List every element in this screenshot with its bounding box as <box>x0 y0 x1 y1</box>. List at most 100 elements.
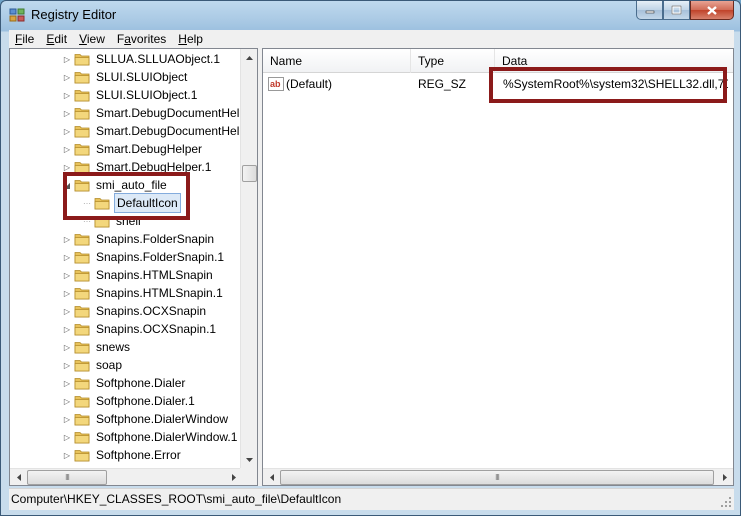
tree-item[interactable]: ▷ Smart.DebugHelper <box>62 140 204 158</box>
maximize-icon <box>671 5 682 15</box>
tree-item[interactable]: ▷ Snapins.HTMLSnapin.1 <box>62 284 225 302</box>
expand-arrow-icon[interactable]: ▷ <box>62 104 72 122</box>
expand-arrow-icon[interactable]: ▷ <box>62 230 72 248</box>
tree-item-label: Smart.DebugHelper.1 <box>96 160 212 174</box>
folder-icon <box>74 378 90 390</box>
expand-arrow-icon[interactable]: ▷ <box>62 266 72 284</box>
value-row[interactable]: ab (Default) REG_SZ %SystemRoot%\system3… <box>263 75 733 93</box>
tree-item-label: Softphone.DialerWindow <box>96 412 229 426</box>
value-name: (Default) <box>286 77 333 91</box>
expand-arrow-icon[interactable]: ▷ <box>62 356 72 374</box>
expand-arrow-icon[interactable]: ▷ <box>62 158 72 176</box>
tree-item[interactable]: ◢ smi_auto_file <box>62 176 169 194</box>
menu-favorites[interactable]: Favorites <box>111 32 172 46</box>
folder-icon <box>74 108 90 120</box>
folder-icon <box>74 162 90 174</box>
expand-arrow-icon[interactable]: ▷ <box>62 410 72 428</box>
menu-view[interactable]: View <box>73 32 111 46</box>
key-tree-pane[interactable]: ▷ SLLUA.SLLUAObject.1 ▷ SLUI.SLUIObject ▷ … <box>9 48 258 486</box>
scroll-up-button[interactable] <box>241 49 257 66</box>
maximize-button[interactable] <box>663 1 690 20</box>
values-scroll-right-button[interactable] <box>716 469 733 485</box>
scroll-down-button[interactable] <box>241 451 257 468</box>
tree-item[interactable]: ▷ Smart.DebugDocumentHelp <box>62 104 242 122</box>
client-area: ▷ SLLUA.SLLUAObject.1 ▷ SLUI.SLUIObject ▷ … <box>9 48 734 486</box>
values-list-pane[interactable]: Name Type Data ab (Default) REG_SZ %Syst… <box>262 48 734 486</box>
column-type[interactable]: Type <box>411 49 495 73</box>
folder-icon <box>74 72 90 84</box>
column-data[interactable]: Data <box>495 49 733 73</box>
arrow-down-icon <box>246 457 253 462</box>
tree-item[interactable]: ▷ soap <box>62 356 124 374</box>
values-horizontal-scrollbar[interactable]: III <box>263 468 733 485</box>
tree-item[interactable]: ▷ SLLUA.SLLUAObject.1 <box>62 50 222 68</box>
expand-arrow-icon[interactable]: ▷ <box>62 302 72 320</box>
column-name[interactable]: Name <box>263 49 411 73</box>
tree-item[interactable]: ▷ Softphone.DialerWindow <box>62 410 230 428</box>
expand-arrow-icon[interactable]: ▷ <box>62 122 72 140</box>
tree-item-label: Softphone.Dialer.1 <box>96 394 195 408</box>
tree-item[interactable]: ▷ snews <box>62 338 132 356</box>
expand-arrow-icon[interactable]: ▷ <box>62 50 72 68</box>
scroll-corner <box>240 468 257 485</box>
title-bar[interactable]: Registry Editor <box>1 1 740 29</box>
expand-arrow-icon[interactable]: ▷ <box>62 284 72 302</box>
tree-item-label: SLLUA.SLLUAObject.1 <box>96 52 221 66</box>
tree-item[interactable]: ▷ SLUI.SLUIObject <box>62 68 189 86</box>
menu-file[interactable]: File <box>9 32 40 46</box>
tree-item[interactable]: ▷ Smart.DebugHelper.1 <box>62 158 213 176</box>
expand-arrow-icon[interactable]: ▷ <box>62 68 72 86</box>
tree-item[interactable]: ▷ SLUI.SLUIObject.1 <box>62 86 199 104</box>
folder-icon <box>74 144 90 156</box>
values-hscroll-thumb[interactable]: III <box>280 470 714 485</box>
expand-arrow-icon[interactable]: ▷ <box>62 374 72 392</box>
values-scroll-left-button[interactable] <box>263 469 280 485</box>
tree-item[interactable]: ▷ Softphone.Dialer.1 <box>62 392 197 410</box>
tree-horizontal-scrollbar[interactable]: III <box>10 468 242 485</box>
folder-icon <box>74 432 90 444</box>
tree-hscroll-thumb[interactable]: III <box>27 470 107 485</box>
expand-arrow-icon[interactable]: ▷ <box>62 86 72 104</box>
tree-item[interactable]: ▷ Snapins.HTMLSnapin <box>62 266 215 284</box>
tree-child-item[interactable]: ⋯ shell <box>82 212 143 230</box>
tree-child-item[interactable]: ⋯ DefaultIcon <box>82 193 181 213</box>
tree-item[interactable]: ▷ Smart.DebugDocumentHelp <box>62 122 242 140</box>
folder-icon <box>74 360 90 372</box>
tree-item[interactable]: ▷ Snapins.FolderSnapin.1 <box>62 248 226 266</box>
menu-edit[interactable]: Edit <box>40 32 73 46</box>
status-bar: Computer\HKEY_CLASSES_ROOT\smi_auto_file… <box>9 488 734 510</box>
key-tree[interactable]: ▷ SLLUA.SLLUAObject.1 ▷ SLUI.SLUIObject ▷ … <box>10 50 242 468</box>
tree-item[interactable]: ▷ Softphone.Dialer <box>62 374 187 392</box>
folder-icon <box>74 234 90 246</box>
close-button[interactable] <box>690 1 734 20</box>
tree-item-label: Snapins.FolderSnapin <box>96 232 215 246</box>
expand-arrow-icon[interactable]: ▷ <box>62 392 72 410</box>
tree-item[interactable]: ▷ Softphone.Error <box>62 446 183 464</box>
tree-item[interactable]: ▷ Snapins.OCXSnapin.1 <box>62 320 218 338</box>
tree-item[interactable]: ▷ Snapins.FolderSnapin <box>62 230 216 248</box>
expand-arrow-icon[interactable]: ▷ <box>62 338 72 356</box>
resize-grip-icon[interactable] <box>720 496 732 508</box>
tree-item[interactable]: ▷ Softphone.DialerWindow.1 <box>62 428 239 446</box>
expand-arrow-icon[interactable]: ▷ <box>62 140 72 158</box>
expand-arrow-icon[interactable]: ▷ <box>62 320 72 338</box>
expand-arrow-icon[interactable]: ▷ <box>62 446 72 464</box>
folder-icon <box>74 180 90 192</box>
collapse-arrow-icon[interactable]: ◢ <box>62 176 72 194</box>
tree-vertical-scrollbar[interactable] <box>240 49 257 468</box>
arrow-left-icon <box>269 474 274 481</box>
expand-arrow-icon[interactable]: ▷ <box>62 428 72 446</box>
folder-icon <box>74 90 90 102</box>
menu-help[interactable]: Help <box>172 32 209 46</box>
minimize-button[interactable] <box>636 1 663 20</box>
tree-scroll-thumb[interactable] <box>242 165 257 182</box>
ab-string-icon: ab <box>268 77 284 91</box>
expand-arrow-icon[interactable]: ▷ <box>62 248 72 266</box>
folder-icon <box>74 414 90 426</box>
tree-item[interactable]: ▷ Snapins.OCXSnapin <box>62 302 208 320</box>
scroll-left-button[interactable] <box>10 469 27 485</box>
tree-item-label: soap <box>96 358 123 372</box>
tree-item-label: Softphone.Error <box>96 448 181 462</box>
tree-item-label: shell <box>116 214 141 228</box>
tree-connector: ⋯ <box>83 198 91 208</box>
